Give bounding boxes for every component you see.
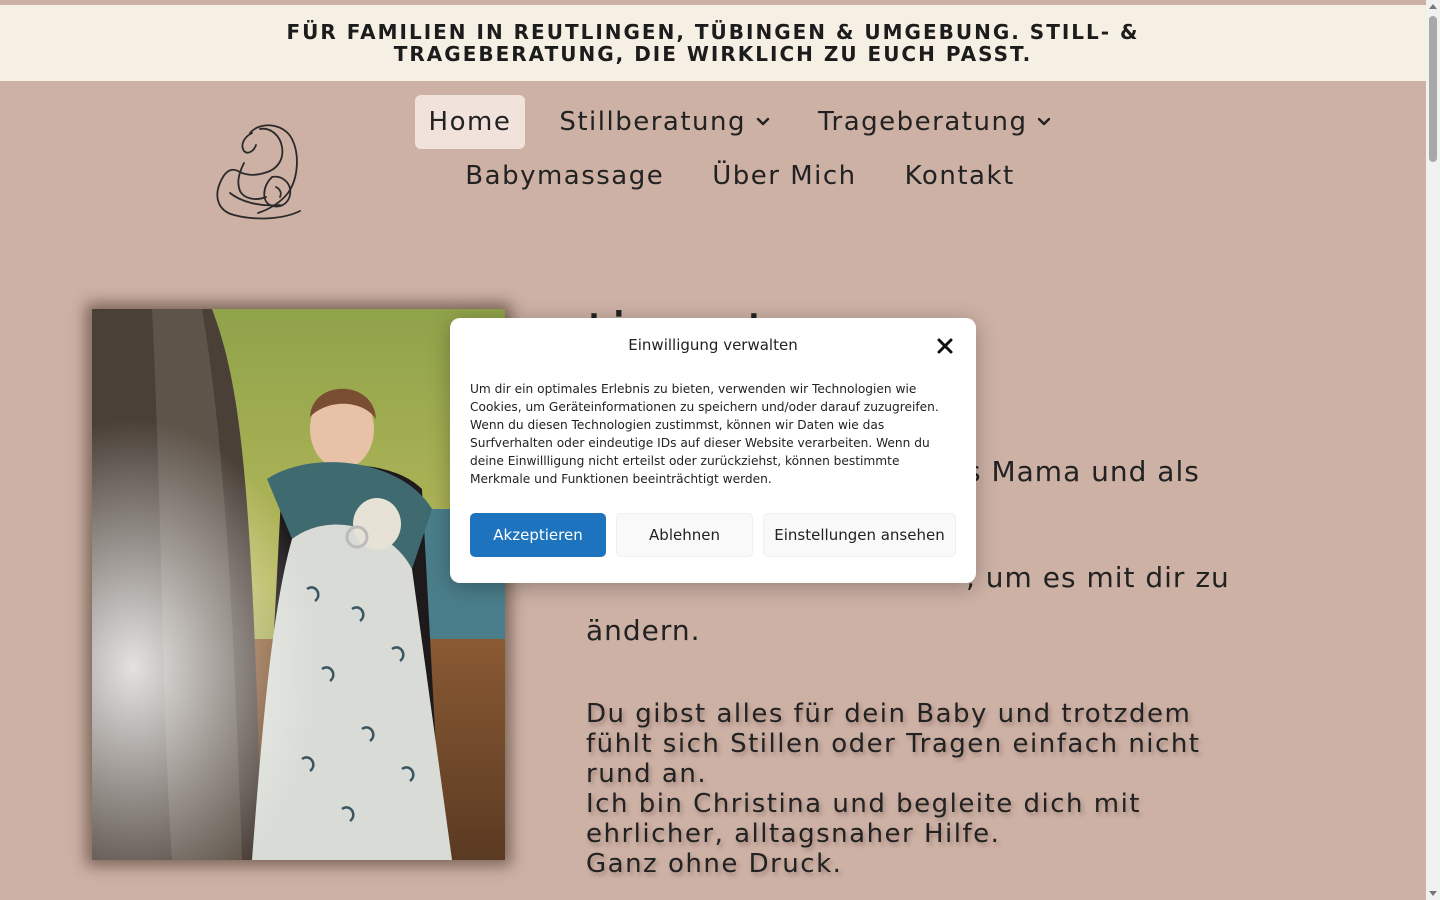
welcome-line: rund an.: [586, 759, 708, 789]
chevron-down-icon: [756, 117, 770, 126]
nav-row-primary: Home Stillberatung Trageberatung: [400, 95, 1080, 149]
page-scrollbar[interactable]: [1426, 0, 1440, 900]
welcome-line: Ganz ohne Druck.: [586, 849, 843, 879]
nav-item-babymassage[interactable]: Babymassage: [451, 149, 678, 203]
welcome-line: Du gibst alles für dein Baby und trotzde…: [586, 699, 1192, 729]
site-header: Home Stillberatung Trageberatung Babymas…: [0, 81, 1426, 251]
nav-row-secondary: Babymassage Über Mich Kontakt: [400, 149, 1080, 203]
close-icon[interactable]: [936, 337, 954, 355]
hero-photo: [92, 309, 505, 860]
welcome-line: fühlt sich Stillen oder Tragen einfach n…: [586, 729, 1201, 759]
consent-body: Um dir ein optimales Erlebnis zu bieten,…: [470, 382, 939, 486]
nav-item-home[interactable]: Home: [414, 95, 526, 149]
welcome-line: Ich bin Christina und begleite dich mit: [586, 789, 1142, 819]
welcome-paragraph: Du gibst alles für dein Baby und trotzde…: [586, 699, 1246, 879]
mother-nursing-baby-logo-icon: [216, 124, 301, 220]
chevron-down-icon: [1038, 117, 1051, 126]
scroll-up-arrow-icon[interactable]: [1429, 4, 1437, 9]
main-navigation: Home Stillberatung Trageberatung Babymas…: [400, 95, 1080, 203]
nav-item-stillberatung[interactable]: Stillberatung: [545, 95, 784, 149]
scrollbar-thumb[interactable]: [1429, 16, 1437, 162]
consent-dialog: Einwilligung verwalten Um dir ein optima…: [450, 318, 976, 583]
accept-button[interactable]: Akzeptieren: [470, 513, 606, 557]
nav-item-label: Kontakt: [904, 161, 1015, 191]
consent-title: Einwilligung verwalten: [628, 336, 798, 354]
logo[interactable]: [200, 115, 312, 225]
deny-button[interactable]: Ablehnen: [616, 513, 753, 557]
nav-item-label: Über Mich: [712, 161, 857, 191]
view-settings-button[interactable]: Einstellungen ansehen: [763, 513, 956, 557]
nav-item-trageberatung[interactable]: Trageberatung: [804, 95, 1065, 149]
nav-item-ueber-mich[interactable]: Über Mich: [698, 149, 870, 203]
nav-item-label: Stillberatung: [559, 107, 746, 137]
announcement-text: FÜR FAMILIEN IN REUTLINGEN, TÜBINGEN & U…: [286, 20, 1140, 66]
welcome-line: ehrlicher, alltagsnaher Hilfe.: [586, 819, 1001, 849]
scroll-down-arrow-icon[interactable]: [1429, 891, 1437, 896]
intro-line-3: ändern.: [586, 614, 701, 647]
announcement-bar: FÜR FAMILIEN IN REUTLINGEN, TÜBINGEN & U…: [0, 5, 1426, 81]
nav-item-label: Home: [428, 107, 512, 137]
nav-item-label: Babymassage: [465, 161, 665, 191]
nav-item-kontakt[interactable]: Kontakt: [891, 149, 1029, 203]
hero-photo-illustration: [92, 309, 505, 860]
nav-item-label: Trageberatung: [817, 107, 1028, 137]
